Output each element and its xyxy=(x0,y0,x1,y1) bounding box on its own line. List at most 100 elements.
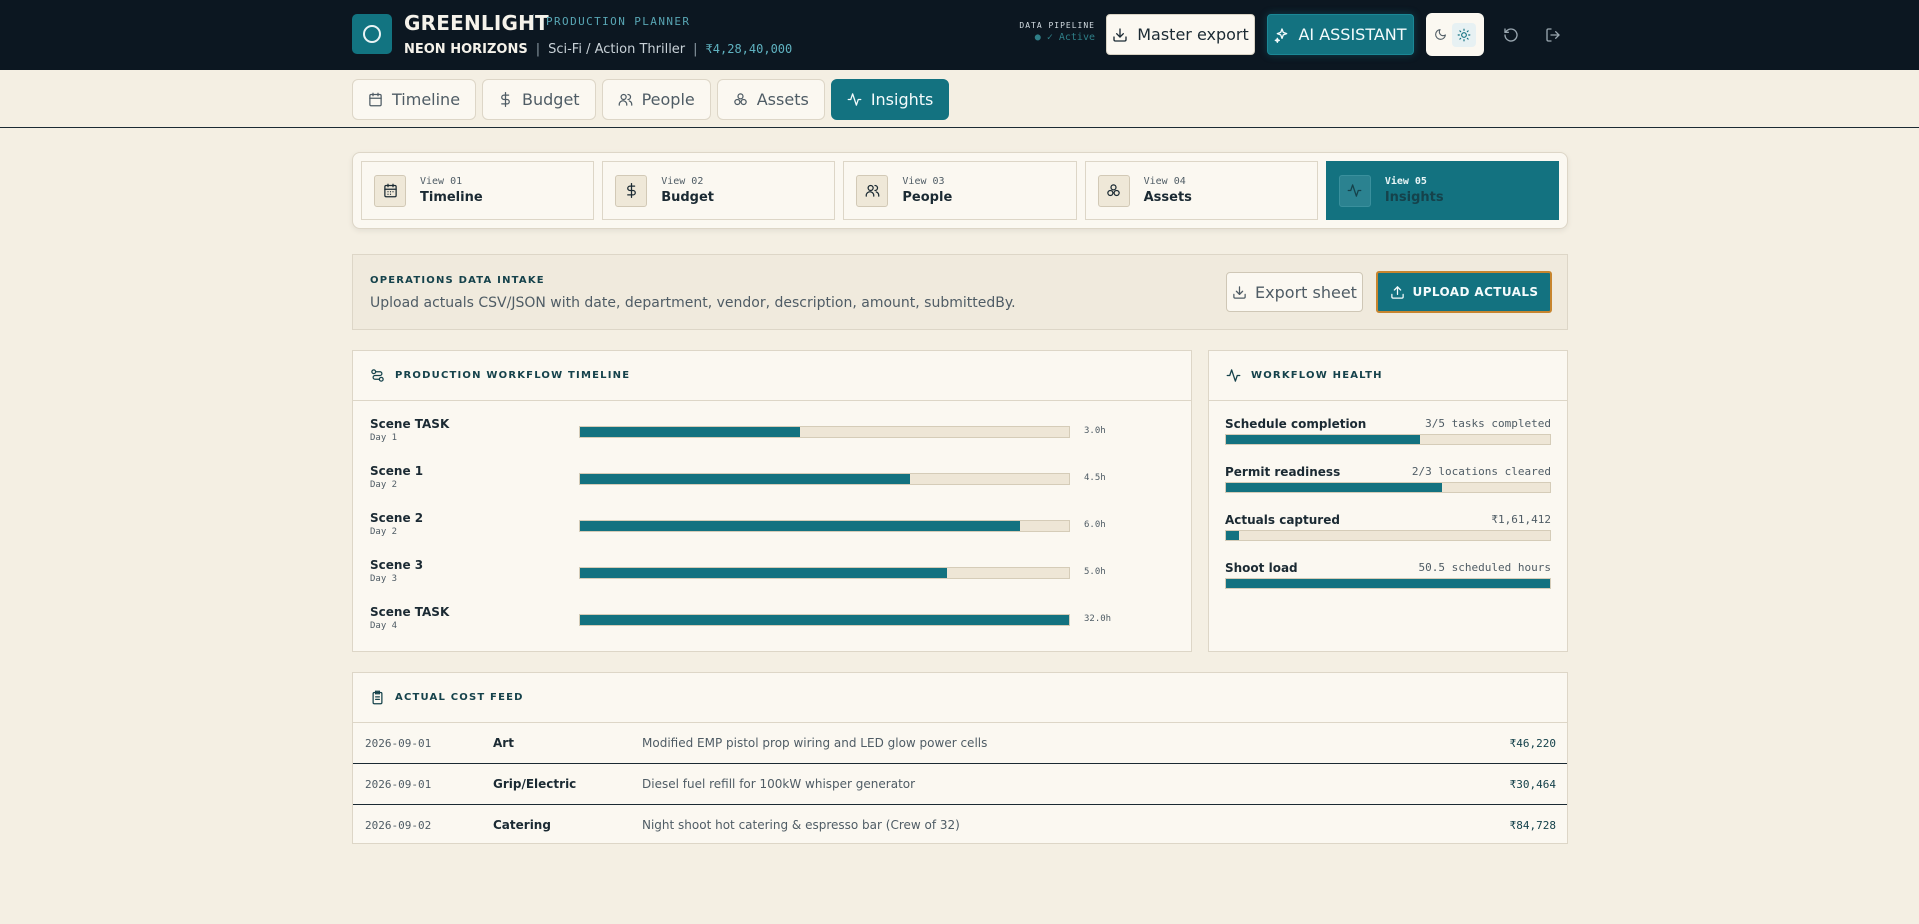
table-row[interactable]: 2026-09-01 Art Modified EMP pistol prop wi… xyxy=(353,723,1567,763)
health-metric: Actuals captured ₹1,61,412 xyxy=(1225,513,1551,553)
health-metric: Shoot load 50.5 scheduled hours xyxy=(1225,561,1551,601)
workflow-bar-track xyxy=(579,426,1070,438)
view-switcher: View 01 Timeline View 02 Budget View 03 Peo… xyxy=(352,152,1568,229)
workflow-hours: 32.0h xyxy=(1084,614,1112,624)
workflow-timeline-panel: PRODUCTION WORKFLOW TIMELINE Scene TASK D… xyxy=(352,350,1192,652)
table-row[interactable]: 2026-09-02 Catering Night shoot hot cateri… xyxy=(353,805,1567,845)
workflow-row: Scene 1 Day 2 4.5h xyxy=(370,464,1190,504)
project-name: NEON HORIZONS xyxy=(404,42,528,57)
tab-assets[interactable]: Assets xyxy=(716,79,825,120)
upload-actuals-label: UPLOAD ACTUALS xyxy=(1412,285,1539,299)
health-bar-fill xyxy=(1226,435,1421,444)
cost-feed-header: ACTUAL COST FEED xyxy=(353,673,1567,723)
calendar-icon xyxy=(374,174,406,207)
view-card-assets[interactable]: View 04 Assets xyxy=(1084,161,1318,220)
workflow-bar-fill xyxy=(580,568,947,578)
view-card-people[interactable]: View 03 People xyxy=(843,161,1077,220)
app-logo xyxy=(352,14,392,54)
workflow-health-header: WORKFLOW HEALTH xyxy=(1209,351,1567,401)
master-export-button[interactable]: Master export xyxy=(1106,14,1255,55)
view-card-timeline[interactable]: View 01 Timeline xyxy=(361,161,595,220)
health-metric: Schedule completion 3/5 tasks completed xyxy=(1225,417,1551,457)
intake-title: OPERATIONS DATA INTAKE xyxy=(370,275,545,286)
workflow-bar-fill xyxy=(580,427,801,437)
workflow-bar-track xyxy=(579,614,1070,626)
health-metric-value: 50.5 scheduled hours xyxy=(1418,561,1551,574)
ai-assistant-button[interactable]: AI ASSISTANT xyxy=(1267,14,1414,55)
workflow-health-panel: WORKFLOW HEALTH Schedule completion 3/5 t… xyxy=(1208,350,1568,652)
tab-divider xyxy=(0,127,1919,128)
assets-icon xyxy=(733,92,748,107)
operations-intake: OPERATIONS DATA INTAKE Upload actuals CS… xyxy=(352,254,1568,330)
tab-insights[interactable]: Insights xyxy=(830,79,950,120)
table-row[interactable]: 2026-09-01 Grip/Electric Diesel fuel refil… xyxy=(353,764,1567,804)
workflow-day: Day 4 xyxy=(370,621,398,631)
tab-assets-label: Assets xyxy=(756,90,809,109)
assets-icon xyxy=(1097,174,1130,207)
tab-budget[interactable]: Budget xyxy=(482,79,596,120)
tab-timeline[interactable]: Timeline xyxy=(352,79,477,120)
app-brand: GREENLIGHT xyxy=(404,11,549,35)
project-budget: ₹4,28,40,000 xyxy=(705,42,793,56)
workflow-day: Day 2 xyxy=(370,527,398,537)
cost-description: Night shoot hot catering & espresso bar … xyxy=(642,818,960,832)
workflow-hours: 5.0h xyxy=(1084,567,1106,577)
view-card-insights[interactable]: View 05 Insights xyxy=(1325,161,1560,220)
main-tabs: Timeline Budget People Assets Insights xyxy=(352,79,950,120)
workflow-hours: 4.5h xyxy=(1084,473,1106,483)
workflow-day: Day 3 xyxy=(370,574,398,584)
top-bar: GREENLIGHT PRODUCTION PLANNER NEON HORIZ… xyxy=(0,0,1919,70)
health-bar-track xyxy=(1225,530,1551,541)
workflow-bar-track xyxy=(579,473,1070,485)
workflow-scene-label: Scene 1 xyxy=(370,464,424,478)
tab-people[interactable]: People xyxy=(601,79,711,120)
health-metric-label: Schedule completion xyxy=(1225,417,1367,431)
cost-date: 2026-09-01 xyxy=(365,736,432,750)
health-metric-value: ₹1,61,412 xyxy=(1491,513,1551,526)
reset-icon[interactable] xyxy=(1500,24,1522,46)
sun-icon[interactable] xyxy=(1451,22,1476,47)
workflow-scene-label: Scene TASK xyxy=(370,605,450,619)
tab-insights-label: Insights xyxy=(870,90,934,109)
workflow-icon xyxy=(370,368,385,383)
export-sheet-button[interactable]: Export sheet xyxy=(1226,272,1363,312)
workflow-timeline-header: PRODUCTION WORKFLOW TIMELINE xyxy=(353,351,1191,401)
workflow-scene-label: Scene TASK xyxy=(370,417,450,431)
cost-date: 2026-09-01 xyxy=(365,777,432,791)
workflow-day: Day 2 xyxy=(370,480,398,490)
upload-actuals-button[interactable]: UPLOAD ACTUALS xyxy=(1376,271,1552,313)
view-card-budget[interactable]: View 02 Budget xyxy=(602,161,836,220)
view-number: View 03 xyxy=(902,176,945,187)
download-icon xyxy=(1112,27,1128,43)
health-bar-fill xyxy=(1226,579,1550,588)
people-icon xyxy=(856,174,889,207)
view-name: Assets xyxy=(1143,190,1192,205)
cost-department: Grip/Electric xyxy=(493,777,577,791)
workflow-hours: 3.0h xyxy=(1084,426,1106,436)
workflow-bar-fill xyxy=(580,474,911,484)
cost-department: Catering xyxy=(493,818,551,832)
moon-icon[interactable] xyxy=(1434,28,1447,41)
download-icon xyxy=(1232,285,1247,300)
master-export-label: Master export xyxy=(1137,25,1249,44)
brand-divider xyxy=(533,14,534,30)
tab-people-label: People xyxy=(641,90,695,109)
people-icon xyxy=(618,92,633,107)
workflow-day: Day 1 xyxy=(370,433,398,443)
logout-icon[interactable] xyxy=(1542,24,1564,46)
health-bar-track xyxy=(1225,434,1551,445)
theme-toggle[interactable] xyxy=(1426,13,1484,56)
health-metric-label: Permit readiness xyxy=(1225,465,1341,479)
cost-description: Diesel fuel refill for 100kW whisper gen… xyxy=(642,777,916,791)
workflow-health-title: WORKFLOW HEALTH xyxy=(1251,370,1383,381)
view-name: Budget xyxy=(661,190,715,205)
workflow-bar-track xyxy=(579,567,1070,579)
workflow-row: Scene 3 Day 3 5.0h xyxy=(370,558,1190,598)
workflow-bar-track xyxy=(579,520,1070,532)
workflow-row: Scene TASK Day 4 32.0h xyxy=(370,605,1190,645)
cost-amount: ₹46,220 xyxy=(1509,736,1556,750)
health-metric-value: 3/5 tasks completed xyxy=(1425,417,1551,430)
cost-date: 2026-09-02 xyxy=(365,818,432,832)
workflow-scene-label: Scene 3 xyxy=(370,558,424,572)
intake-description: Upload actuals CSV/JSON with date, depar… xyxy=(370,295,1016,311)
